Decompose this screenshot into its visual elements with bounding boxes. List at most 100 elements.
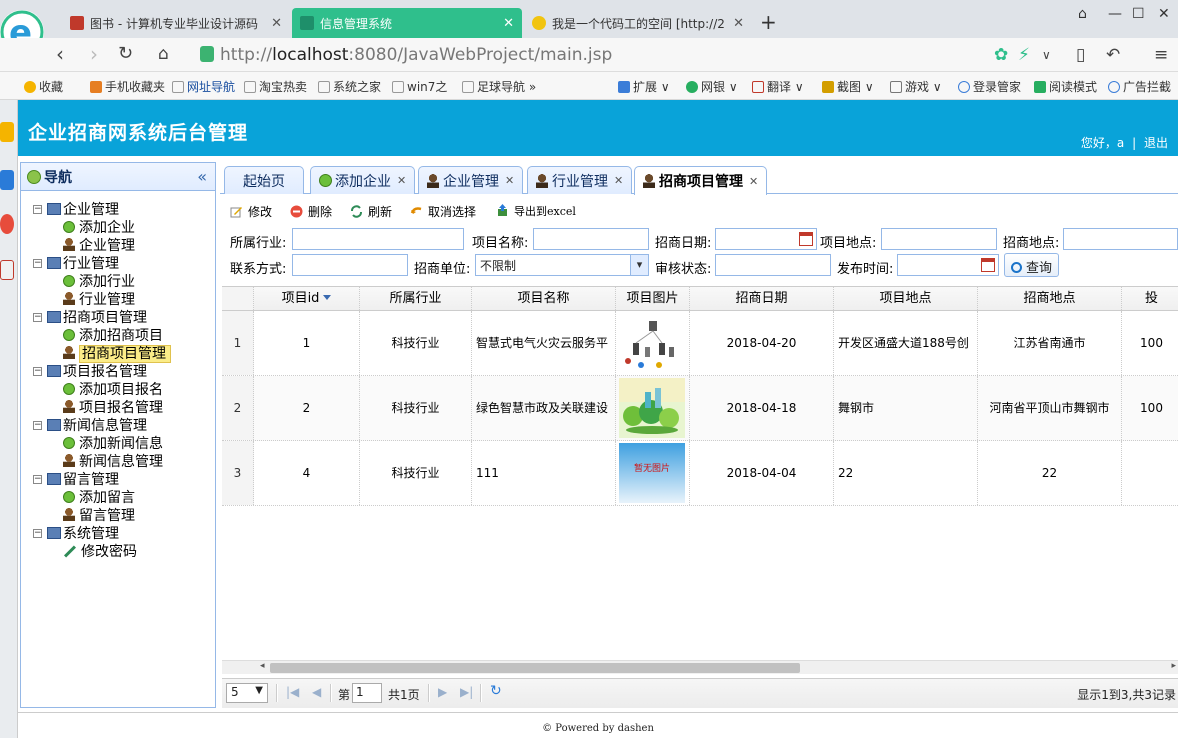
reload-icon[interactable]: ↻ bbox=[118, 44, 133, 64]
column-header[interactable]: 项目地点 bbox=[834, 287, 978, 310]
minimize-icon[interactable]: — bbox=[1108, 6, 1122, 22]
main-tab[interactable]: 招商项目管理 ✕ bbox=[634, 166, 768, 195]
bookmark-win7[interactable]: win7之 bbox=[392, 78, 447, 95]
maximize-icon[interactable]: ☐ bbox=[1132, 6, 1145, 22]
scroll-right-icon[interactable]: ▸ bbox=[1171, 661, 1176, 671]
close-tab-icon[interactable]: ✕ bbox=[271, 16, 282, 31]
column-header[interactable]: 所属行业 bbox=[360, 287, 472, 310]
browser-tab-blog[interactable]: 我是一个代码工的空间 [http://2 ✕ bbox=[524, 8, 752, 38]
close-tab-icon[interactable]: ✕ bbox=[614, 174, 623, 187]
tree-group[interactable]: − 系统管理 bbox=[21, 525, 215, 543]
first-page-icon[interactable]: |◀ bbox=[286, 685, 299, 699]
browser-tab-active[interactable]: 信息管理系统 ✕ bbox=[292, 8, 522, 38]
table-row[interactable]: 3 4 科技行业 111 暂无图片 2018-04-04 22 22 bbox=[222, 441, 1178, 506]
menu-icon[interactable]: ≡ bbox=[1154, 45, 1168, 65]
tree-item[interactable]: 添加招商项目 bbox=[21, 327, 215, 345]
new-tab-icon[interactable]: + bbox=[760, 10, 777, 34]
company-select[interactable]: 不限制 ▾ bbox=[475, 254, 649, 276]
tree-item[interactable]: 留言管理 bbox=[21, 507, 215, 525]
close-tab-icon[interactable]: ✕ bbox=[749, 175, 758, 188]
main-tab[interactable]: 添加企业 ✕ bbox=[310, 166, 416, 194]
logout-link[interactable]: 退出 bbox=[1144, 136, 1168, 150]
bookmark-extend[interactable]: 扩展 ∨ bbox=[618, 78, 670, 95]
tree-group[interactable]: − 新闻信息管理 bbox=[21, 417, 215, 435]
project-name-input[interactable] bbox=[533, 228, 649, 250]
tree-group[interactable]: − 企业管理 bbox=[21, 201, 215, 219]
bookmark-login[interactable]: 登录管家 bbox=[958, 78, 1021, 95]
url-input[interactable]: http://localhost:8080/JavaWebProject/mai… bbox=[200, 45, 980, 67]
collapse-toggle-icon[interactable]: − bbox=[33, 421, 42, 430]
tree-item[interactable]: 添加企业 bbox=[21, 219, 215, 237]
query-button[interactable]: 查询 bbox=[1004, 253, 1060, 277]
tree-group[interactable]: − 招商项目管理 bbox=[21, 309, 215, 327]
close-tab-icon[interactable]: ✕ bbox=[397, 174, 406, 187]
column-header[interactable]: 项目图片 bbox=[616, 287, 690, 310]
speed-icon[interactable]: ✿ bbox=[994, 45, 1008, 65]
close-tab-icon[interactable]: ✕ bbox=[733, 16, 744, 31]
collapse-left-icon[interactable]: « bbox=[197, 167, 207, 186]
contact-input[interactable] bbox=[292, 254, 408, 276]
export-excel-button[interactable]: 导出到excel bbox=[496, 203, 576, 219]
tree-item[interactable]: 添加项目报名 bbox=[21, 381, 215, 399]
next-page-icon[interactable]: ▶ bbox=[438, 685, 447, 699]
column-header[interactable]: 招商地点 bbox=[978, 287, 1122, 310]
bookmark-nav[interactable]: 网址导航 bbox=[172, 78, 235, 95]
undo-icon[interactable]: ↶ bbox=[1106, 45, 1120, 65]
column-header[interactable]: 投 bbox=[1122, 287, 1178, 310]
red-app-icon[interactable] bbox=[0, 260, 14, 280]
date-input[interactable] bbox=[715, 228, 817, 250]
weibo-icon[interactable] bbox=[0, 214, 14, 234]
table-row[interactable]: 2 2 科技行业 绿色智慧市政及关联建设 2018-04-18 舞钢市 河南省平顶山市舞钢市… bbox=[222, 376, 1178, 441]
sort-desc-icon[interactable] bbox=[323, 295, 332, 300]
collapse-toggle-icon[interactable]: − bbox=[33, 313, 42, 322]
main-tab[interactable]: 起始页 bbox=[224, 166, 304, 194]
prev-page-icon[interactable]: ◀ bbox=[312, 685, 321, 699]
refresh-button[interactable]: 刷新 bbox=[350, 203, 392, 220]
page-size-select[interactable]: 5 ▼ bbox=[226, 683, 268, 703]
zs-location-input[interactable] bbox=[1063, 228, 1178, 250]
bookmark-adblock[interactable]: 广告拦截 bbox=[1108, 78, 1171, 95]
mobile-icon[interactable]: ▯ bbox=[1076, 45, 1085, 65]
bookmark-xitong[interactable]: 系统之家 bbox=[318, 78, 381, 95]
tree-item[interactable]: 招商项目管理 bbox=[21, 345, 215, 363]
tree-item[interactable]: 添加留言 bbox=[21, 489, 215, 507]
bookmark-bank[interactable]: 网银 ∨ bbox=[686, 78, 738, 95]
tree-item[interactable]: 修改密码 bbox=[21, 543, 215, 561]
collapse-toggle-icon[interactable]: − bbox=[33, 475, 42, 484]
blue-app-icon[interactable] bbox=[0, 170, 14, 190]
scroll-left-icon[interactable]: ◂ bbox=[260, 661, 265, 671]
chevron-down-icon[interactable]: ▾ bbox=[630, 255, 648, 275]
collapse-toggle-icon[interactable]: − bbox=[33, 205, 42, 214]
delete-button[interactable]: 删除 bbox=[290, 203, 332, 220]
collapse-toggle-icon[interactable]: − bbox=[33, 529, 42, 538]
reload-icon[interactable]: ↻ bbox=[490, 683, 502, 699]
forward-icon[interactable]: › bbox=[90, 44, 98, 64]
main-tab[interactable]: 行业管理 ✕ bbox=[527, 166, 633, 194]
publish-date-input[interactable] bbox=[897, 254, 999, 276]
bookmark-football[interactable]: 足球导航 » bbox=[462, 78, 536, 95]
column-header[interactable]: 招商日期 bbox=[690, 287, 834, 310]
chevron-down-icon[interactable]: ∨ bbox=[1042, 48, 1051, 62]
tree-item[interactable]: 添加新闻信息 bbox=[21, 435, 215, 453]
page-number-input[interactable]: 1 bbox=[352, 683, 382, 703]
bookmark-favorites[interactable]: 收藏 bbox=[24, 78, 63, 95]
browser-tab-books[interactable]: 图书 - 计算机专业毕业设计源码 ✕ bbox=[62, 8, 290, 38]
close-tab-icon[interactable]: ✕ bbox=[503, 16, 514, 31]
bookmark-games[interactable]: 游戏 ∨ bbox=[890, 78, 942, 95]
home-icon[interactable]: ⌂ bbox=[158, 44, 169, 64]
tree-item[interactable]: 行业管理 bbox=[21, 291, 215, 309]
collapse-toggle-icon[interactable]: − bbox=[33, 367, 42, 376]
main-tab[interactable]: 企业管理 ✕ bbox=[418, 166, 524, 194]
location-input[interactable] bbox=[881, 228, 997, 250]
calendar-icon[interactable] bbox=[799, 232, 813, 246]
column-header[interactable]: 项目id bbox=[254, 287, 360, 310]
column-header[interactable]: 项目名称 bbox=[472, 287, 616, 310]
scroll-thumb[interactable] bbox=[270, 663, 800, 673]
bookmark-reader[interactable]: 阅读模式 bbox=[1034, 78, 1097, 95]
tree-group[interactable]: − 项目报名管理 bbox=[21, 363, 215, 381]
star-icon[interactable] bbox=[0, 122, 14, 142]
tree-item[interactable]: 企业管理 bbox=[21, 237, 215, 255]
tree-group[interactable]: − 行业管理 bbox=[21, 255, 215, 273]
lightning-icon[interactable]: ⚡ bbox=[1018, 45, 1030, 65]
close-window-icon[interactable]: ✕ bbox=[1158, 6, 1170, 22]
